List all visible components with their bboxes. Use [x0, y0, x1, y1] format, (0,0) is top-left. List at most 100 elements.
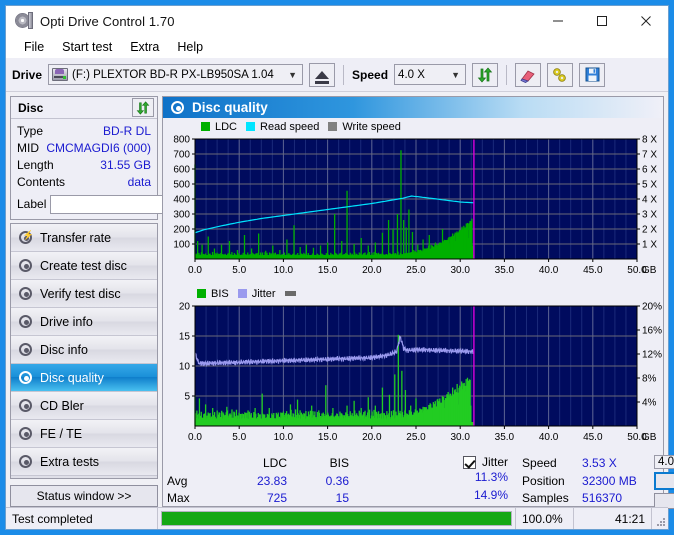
eject-icon: [315, 70, 330, 84]
save-button[interactable]: [579, 62, 606, 87]
sidebar-item-label: CD Bler: [40, 398, 84, 413]
sidebar-item-label: Create test disc: [40, 258, 127, 273]
jitter-column: Jitter 11.3% 14.9%: [463, 455, 508, 503]
sidebar-item-verify-test-disc[interactable]: Verify test disc: [11, 280, 157, 308]
menu-help[interactable]: Help: [168, 38, 212, 56]
svg-text:40.0: 40.0: [539, 432, 559, 443]
stats-avg-jitter: 11.3%: [474, 470, 509, 484]
disc-icon: [18, 370, 33, 385]
start-full-button[interactable]: Start full: [654, 472, 674, 490]
disc-icon: [18, 398, 33, 413]
chevron-down-icon: ▼: [288, 69, 298, 80]
svg-text:20%: 20%: [642, 302, 662, 313]
toolbar-divider-2: [506, 64, 508, 85]
svg-text:5: 5: [184, 392, 190, 403]
statistics-panel: LDC BIS Avg 23.83 0.36 Max 725 15 Total …: [163, 452, 674, 523]
svg-text:30.0: 30.0: [450, 265, 470, 276]
bis-jitter-chart[interactable]: 5 10 15 20 4% 8% 12% 16% 20% 0.0 5.0 10.0 15.0 20.0 25…: [167, 300, 662, 452]
disc-info-panel: Disc Type BD-R DL MID CMCMAGDI6 (000) Le…: [10, 96, 221, 220]
sidebar-item-fe-te[interactable]: FE / TE: [11, 420, 157, 448]
svg-text:5 X: 5 X: [642, 180, 657, 191]
disc-icon: [18, 286, 33, 301]
speed-select-value: 4.0 X: [398, 68, 425, 81]
drive-select[interactable]: (F:) PLEXTOR BD-R PX-LB950SA 1.04 ▼: [48, 64, 304, 85]
window-controls: [536, 6, 668, 36]
stats-corner: [167, 455, 213, 473]
sidebar-item-cd-bler[interactable]: CD Bler: [11, 392, 157, 420]
svg-text:15: 15: [179, 332, 191, 343]
svg-text:5.0: 5.0: [232, 432, 246, 443]
disc-row-type: Type BD-R DL: [17, 123, 151, 140]
progress-bar: [158, 508, 516, 529]
sidebar-item-create-test-disc[interactable]: Create test disc: [11, 252, 157, 280]
app-window: Opti Drive Control 1.70 File Start test …: [5, 5, 674, 530]
svg-text:GB: GB: [642, 265, 657, 276]
menu-start-test[interactable]: Start test: [53, 38, 121, 56]
status-bar: Test completed 100.0% 41:21: [6, 507, 668, 529]
menu-file[interactable]: File: [15, 38, 53, 56]
svg-text:8 X: 8 X: [642, 135, 657, 146]
disc-icon: [18, 342, 33, 357]
erase-button[interactable]: [515, 62, 542, 87]
sidebar-item-disc-quality[interactable]: Disc quality: [11, 364, 157, 392]
stats-row-label-avg: Avg: [167, 473, 188, 488]
status-window-button[interactable]: Status window >>: [10, 485, 158, 507]
test-speed-value: 4.0 X: [658, 456, 674, 468]
refresh-button[interactable]: [472, 62, 499, 87]
disc-panel-header: Disc: [11, 97, 157, 119]
toolbar-divider-1: [343, 64, 345, 85]
svg-text:5.0: 5.0: [232, 265, 246, 276]
stats-max-jitter: 14.9%: [473, 487, 509, 502]
stats-avg-ldc: 23.83: [256, 473, 287, 488]
svg-text:600: 600: [173, 165, 190, 176]
test-actions: 4.0 X ▼ Start full Start part: [654, 455, 674, 509]
jitter-toggle[interactable]: Jitter: [463, 455, 508, 469]
drive-toolbar: Drive (F:) PLEXTOR BD-R PX-LB950SA 1.04 …: [6, 58, 668, 92]
legend-label-jitter: Jitter: [251, 287, 276, 300]
optical-drive-icon: [52, 68, 69, 81]
stats-row-label-max: Max: [167, 491, 190, 505]
eraser-icon: [520, 69, 535, 83]
sidebar-item-extra-tests[interactable]: Extra tests: [11, 448, 157, 476]
test-speed-select[interactable]: 4.0 X ▼: [654, 455, 674, 469]
drive-label: Drive: [12, 67, 43, 82]
samples-stat-label: Samples: [522, 491, 569, 505]
disc-row-value: data: [127, 175, 151, 189]
sidebar-item-transfer-rate[interactable]: ⚡ Transfer rate: [11, 224, 157, 252]
bis-chart-legend: BIS Jitter: [167, 287, 659, 300]
eject-button[interactable]: [309, 62, 336, 87]
error-stats-table: LDC BIS Avg 23.83 0.36 Max 725 15 Total …: [167, 455, 453, 523]
svg-text:25.0: 25.0: [406, 432, 426, 443]
test-nav-list: ⚡ Transfer rate Create test disc Verify …: [10, 223, 158, 479]
charts-container: LDC Read speed Write speed 100 200 300 400 5…: [163, 118, 663, 452]
resize-grip-icon[interactable]: [652, 508, 668, 529]
svg-text:500: 500: [173, 180, 190, 191]
svg-text:4 X: 4 X: [642, 195, 657, 206]
tools-button[interactable]: [547, 62, 574, 87]
window-title: Opti Drive Control 1.70: [40, 13, 175, 29]
disc-refresh-button[interactable]: [132, 98, 154, 117]
speed-select[interactable]: 4.0 X ▼: [394, 64, 467, 85]
stats-max-bis: 15: [335, 491, 349, 505]
panel-title: Disc quality: [192, 100, 268, 115]
minimize-icon[interactable]: [536, 6, 580, 36]
ldc-chart[interactable]: 100 200 300 400 500 600 700 800 1 X 2 X 3 X 4 X 5 X 6…: [167, 133, 659, 285]
svg-text:10.0: 10.0: [274, 432, 294, 443]
sidebar-item-disc-info[interactable]: Disc info: [11, 336, 157, 364]
close-icon[interactable]: [624, 6, 668, 36]
disc-info-rows: Type BD-R DL MID CMCMAGDI6 (000) Length …: [11, 119, 221, 219]
drive-select-value: (F:) PLEXTOR BD-R PX-LB950SA 1.04: [72, 68, 274, 81]
sidebar-item-drive-info[interactable]: Drive info: [11, 308, 157, 336]
jitter-checkbox[interactable]: [463, 455, 476, 469]
disc-row-mid: MID CMCMAGDI6 (000): [17, 140, 151, 157]
legend-swatch-ldc: [201, 122, 210, 131]
disc-icon: [18, 314, 33, 329]
elapsed-time: 41:21: [574, 508, 652, 529]
maximize-icon[interactable]: [580, 6, 624, 36]
stats-max-ldc: 725: [266, 491, 287, 505]
svg-text:10.0: 10.0: [274, 265, 294, 276]
menu-extra[interactable]: Extra: [121, 38, 168, 56]
svg-text:7 X: 7 X: [642, 150, 657, 161]
legend-label-ldc: LDC: [215, 120, 238, 133]
disc-label-key: Label: [17, 197, 47, 211]
